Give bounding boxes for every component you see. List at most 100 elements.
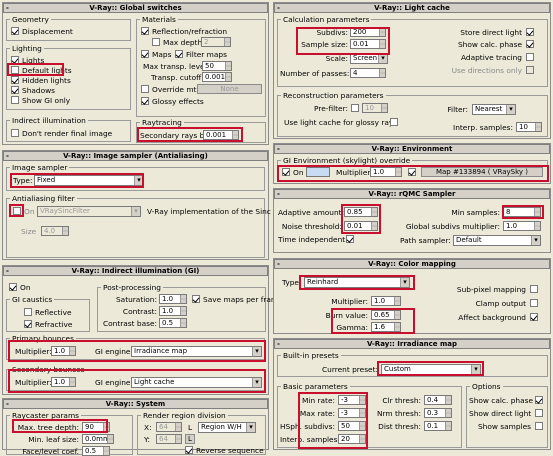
path-sampler-dropdown[interactable]: Default: [453, 235, 541, 246]
lc-scale-dropdown[interactable]: Screen: [350, 53, 388, 64]
face-level-coef-spinner[interactable]: 0.5: [82, 446, 110, 456]
irradiance-map-panel: - V-Ray:: Irradiance map Built-in presets…: [273, 338, 551, 450]
global-subdivs-spinner[interactable]: 1.0: [503, 221, 541, 231]
global-switches-rollout[interactable]: - V-Ray:: Global switches: [3, 3, 268, 13]
system-rollout[interactable]: - V-Ray:: System: [3, 399, 268, 409]
min-leaf-size-spinner[interactable]: 0.0mm: [82, 434, 114, 444]
options-group: Options Show calc. phase Show direct lig…: [466, 382, 548, 448]
aa-filter-size-spinner[interactable]: 4.0: [41, 226, 69, 236]
secondary-rays-bias-spinner[interactable]: 0.001: [203, 130, 239, 140]
sampler-type-dropdown[interactable]: Fixed: [34, 175, 144, 186]
raytracing-group: Raytracing Secondary rays bias 0.001: [136, 118, 266, 143]
show-samples-checkbox[interactable]: [535, 422, 543, 430]
env-color-swatch[interactable]: [306, 167, 330, 177]
lc-show-calc-phase-checkbox[interactable]: [526, 40, 534, 48]
raycaster-group: Raycaster params Max. tree depth: 90 Min…: [6, 411, 133, 456]
hidden-lights-checkbox[interactable]: [11, 76, 19, 84]
contrast-base-spinner[interactable]: 0.5: [159, 318, 187, 328]
override-mtl-checkbox[interactable]: [141, 85, 149, 93]
affect-background-checkbox[interactable]: [530, 313, 538, 321]
region-x-spinner[interactable]: 64: [156, 422, 182, 432]
displacement-checkbox[interactable]: [11, 27, 19, 35]
show-direct-light-checkbox[interactable]: [535, 409, 543, 417]
time-independent-checkbox[interactable]: [346, 235, 354, 243]
region-mode-dropdown[interactable]: Region W/H: [198, 422, 256, 433]
contrast-spinner[interactable]: 1.0: [159, 306, 187, 316]
gi-on-checkbox[interactable]: [9, 283, 17, 291]
reverse-sequence-checkbox[interactable]: [185, 446, 193, 454]
lc-sample-size-spinner[interactable]: 0.01: [350, 39, 386, 49]
adaptive-amount-spinner[interactable]: 0.85: [344, 207, 378, 217]
maps-checkbox[interactable]: [141, 50, 149, 58]
lc-passes-spinner[interactable]: 4: [350, 68, 386, 78]
transp-cutoff-spinner[interactable]: 0.001: [202, 72, 232, 82]
calc-params-group: Calculation parameters Subdivs: 200 Samp…: [277, 15, 548, 87]
max-tree-depth-spinner[interactable]: 90: [82, 422, 110, 432]
dist-thresh-spinner[interactable]: 0.1: [424, 421, 452, 431]
nrm-thresh-spinner[interactable]: 0.3: [424, 408, 452, 418]
lc-interp-samples-spinner[interactable]: 10: [516, 122, 542, 132]
irradiance-map-rollout[interactable]: - V-Ray:: Irradiance map: [274, 339, 550, 349]
color-mapping-type-dropdown[interactable]: Reinhard: [304, 277, 410, 288]
env-map-checkbox[interactable]: [408, 168, 416, 176]
clr-thresh-spinner[interactable]: 0.4: [424, 395, 452, 405]
environment-rollout[interactable]: - V-Ray:: Environment: [274, 144, 550, 154]
reflection-refraction-checkbox[interactable]: [141, 27, 149, 35]
primary-gi-engine-dropdown[interactable]: Irradiance map: [131, 346, 262, 357]
env-on-checkbox[interactable]: [282, 168, 290, 176]
burn-value-spinner[interactable]: 0.65: [371, 310, 401, 320]
color-mapping-rollout[interactable]: - V-Ray:: Color mapping: [274, 259, 550, 269]
secondary-gi-engine-dropdown[interactable]: Light cache: [131, 377, 262, 388]
min-rate-spinner[interactable]: -3: [338, 395, 366, 405]
subpixel-mapping-checkbox[interactable]: [530, 285, 538, 293]
max-transp-levels-spinner[interactable]: 50: [202, 61, 232, 71]
hsph-subdivs-spinner[interactable]: 50: [338, 421, 366, 431]
use-directions-only-checkbox[interactable]: [526, 66, 534, 74]
region-lock-button[interactable]: L: [185, 434, 195, 444]
show-gi-only-checkbox[interactable]: [11, 96, 19, 104]
reflective-caustics-checkbox[interactable]: [24, 308, 32, 316]
override-mtl-button[interactable]: None: [197, 84, 262, 94]
cm-multiplier-spinner[interactable]: 1.0: [371, 296, 401, 306]
env-map-button[interactable]: Map #133894 ( VRaySky ): [421, 167, 543, 177]
min-samples-spinner[interactable]: 8: [503, 207, 541, 217]
prefilter-spinner[interactable]: 10: [362, 103, 388, 113]
saturation-spinner[interactable]: 1.0: [159, 294, 187, 304]
refractive-caustics-checkbox[interactable]: [24, 320, 32, 328]
lc-filter-dropdown[interactable]: Nearest: [472, 104, 516, 115]
gi-rollout[interactable]: - V-Ray:: Indirect illumination (GI): [3, 266, 268, 276]
shadows-checkbox[interactable]: [11, 86, 19, 94]
current-preset-dropdown[interactable]: Custom: [381, 364, 481, 375]
adaptive-tracing-checkbox[interactable]: [526, 53, 534, 61]
post-processing-group: Post-processing Saturation: 1.0 Contrast…: [97, 283, 283, 332]
prefilter-checkbox[interactable]: [351, 104, 359, 112]
primary-multiplier-spinner[interactable]: 1.0: [51, 346, 76, 356]
secondary-multiplier-spinner[interactable]: 1.0: [51, 377, 76, 387]
aa-filter-on-checkbox[interactable]: [13, 207, 21, 215]
dont-render-final-checkbox[interactable]: [11, 129, 19, 137]
max-rate-spinner[interactable]: -3: [338, 408, 366, 418]
noise-threshold-spinner[interactable]: 0.01: [344, 221, 378, 231]
lc-subdivs-spinner[interactable]: 200: [350, 27, 386, 37]
filter-maps-checkbox[interactable]: [175, 50, 183, 58]
indirect-group: Indirect illumination Don't render final…: [6, 116, 131, 142]
env-multiplier-spinner[interactable]: 1.0: [370, 167, 402, 177]
glossy-effects-checkbox[interactable]: [141, 97, 149, 105]
image-sampler-rollout[interactable]: - V-Ray:: Image sampler (Antialiasing): [3, 151, 268, 161]
light-cache-rollout[interactable]: - V-Ray:: Light cache: [274, 3, 550, 13]
clamp-output-checkbox[interactable]: [530, 299, 538, 307]
im-interp-samples-spinner[interactable]: 20: [338, 434, 366, 444]
gamma-spinner[interactable]: 1.6: [371, 322, 401, 332]
store-direct-light-checkbox[interactable]: [526, 28, 534, 36]
use-lc-glossy-checkbox[interactable]: [390, 118, 398, 126]
aa-filter-dropdown[interactable]: VRaySincFilter: [37, 206, 141, 217]
system-panel: - V-Ray:: System Raycaster params Max. tr…: [2, 398, 269, 456]
dmc-sampler-rollout[interactable]: - V-Ray:: rQMC Sampler: [274, 189, 550, 199]
max-depth-spinner[interactable]: 2: [201, 37, 231, 47]
im-show-calc-phase-checkbox[interactable]: [535, 396, 543, 404]
default-lights-checkbox[interactable]: [11, 66, 19, 74]
region-y-spinner[interactable]: 64: [156, 434, 182, 444]
max-depth-checkbox[interactable]: [152, 38, 160, 46]
save-maps-checkbox[interactable]: [192, 295, 200, 303]
lights-checkbox[interactable]: [11, 56, 19, 64]
